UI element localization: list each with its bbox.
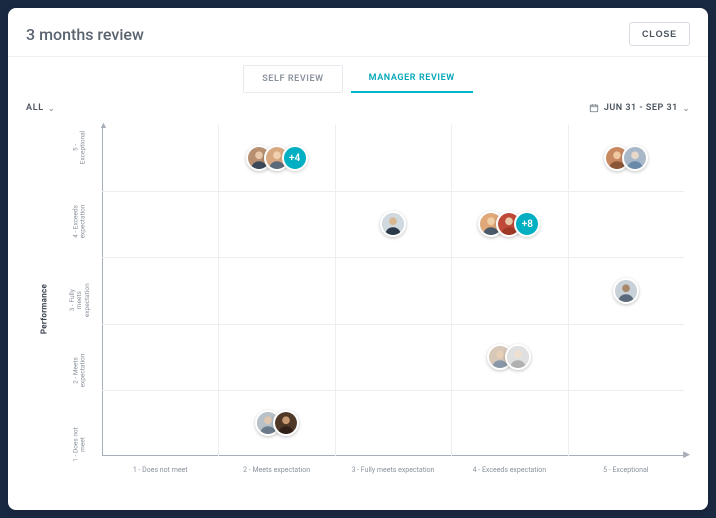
data-point[interactable]: +8 xyxy=(478,211,540,237)
overflow-badge: +8 xyxy=(514,211,540,237)
tab-self-review[interactable]: SELF REVIEW xyxy=(243,65,342,93)
controls-bar: ALL ⌄ JUN 31 - SEP 31 ⌄ xyxy=(8,93,708,119)
data-point[interactable] xyxy=(380,211,406,237)
tabs: SELF REVIEW MANAGER REVIEW xyxy=(8,65,708,93)
avatar xyxy=(505,344,531,370)
chevron-down-icon: ⌄ xyxy=(683,104,690,113)
header: 3 months review CLOSE xyxy=(8,8,708,56)
x-tick-1: 1 - Does not meet xyxy=(133,466,188,474)
y-axis-arrow-icon: ▲ xyxy=(99,120,108,131)
divider xyxy=(8,56,708,57)
plot-area: ▲ ▶ +4 xyxy=(102,125,684,456)
filter-dropdown[interactable]: ALL ⌄ xyxy=(26,103,55,113)
x-axis xyxy=(102,455,684,456)
x-tick-3: 3 - Fully meets expectation xyxy=(351,466,434,474)
review-card: 3 months review CLOSE SELF REVIEW MANAGE… xyxy=(8,8,708,510)
avatar xyxy=(273,410,299,436)
close-button[interactable]: CLOSE xyxy=(629,22,690,46)
x-tick-5: 5 - Exceptional xyxy=(603,466,648,474)
calendar-icon xyxy=(589,103,599,113)
y-tick-3: 3 - Fully meets expectation xyxy=(69,280,91,320)
data-point[interactable]: +4 xyxy=(246,145,308,171)
data-point[interactable] xyxy=(604,145,648,171)
filter-label: ALL xyxy=(26,103,44,113)
performance-chart: Performance 1 - Does not meet 2 - Meets … xyxy=(8,119,708,510)
data-point[interactable] xyxy=(613,278,639,304)
y-tick-4: 4 - Exceeds expectation xyxy=(73,202,88,242)
x-axis-arrow-icon: ▶ xyxy=(683,450,690,460)
y-tick-2: 2 - Meets expectation xyxy=(73,350,88,390)
y-tick-5: 5 - Exceptional xyxy=(73,128,88,168)
y-axis-title: Performance xyxy=(40,283,49,333)
page-title: 3 months review xyxy=(26,25,144,44)
avatar xyxy=(613,278,639,304)
chevron-down-icon: ⌄ xyxy=(48,104,55,113)
tab-manager-review[interactable]: MANAGER REVIEW xyxy=(351,65,473,93)
avatar xyxy=(622,145,648,171)
data-point[interactable] xyxy=(255,410,299,436)
y-axis xyxy=(102,125,103,456)
x-tick-2: 2 - Meets expectation xyxy=(243,466,310,474)
x-tick-4: 4 - Exceeds expectation xyxy=(473,466,547,474)
data-point[interactable] xyxy=(487,344,531,370)
date-range-label: JUN 31 - SEP 31 xyxy=(604,103,678,113)
overflow-badge: +4 xyxy=(282,145,308,171)
avatar xyxy=(380,211,406,237)
y-tick-1: 1 - Does not meet xyxy=(73,424,88,464)
date-range-picker[interactable]: JUN 31 - SEP 31 ⌄ xyxy=(589,103,690,113)
